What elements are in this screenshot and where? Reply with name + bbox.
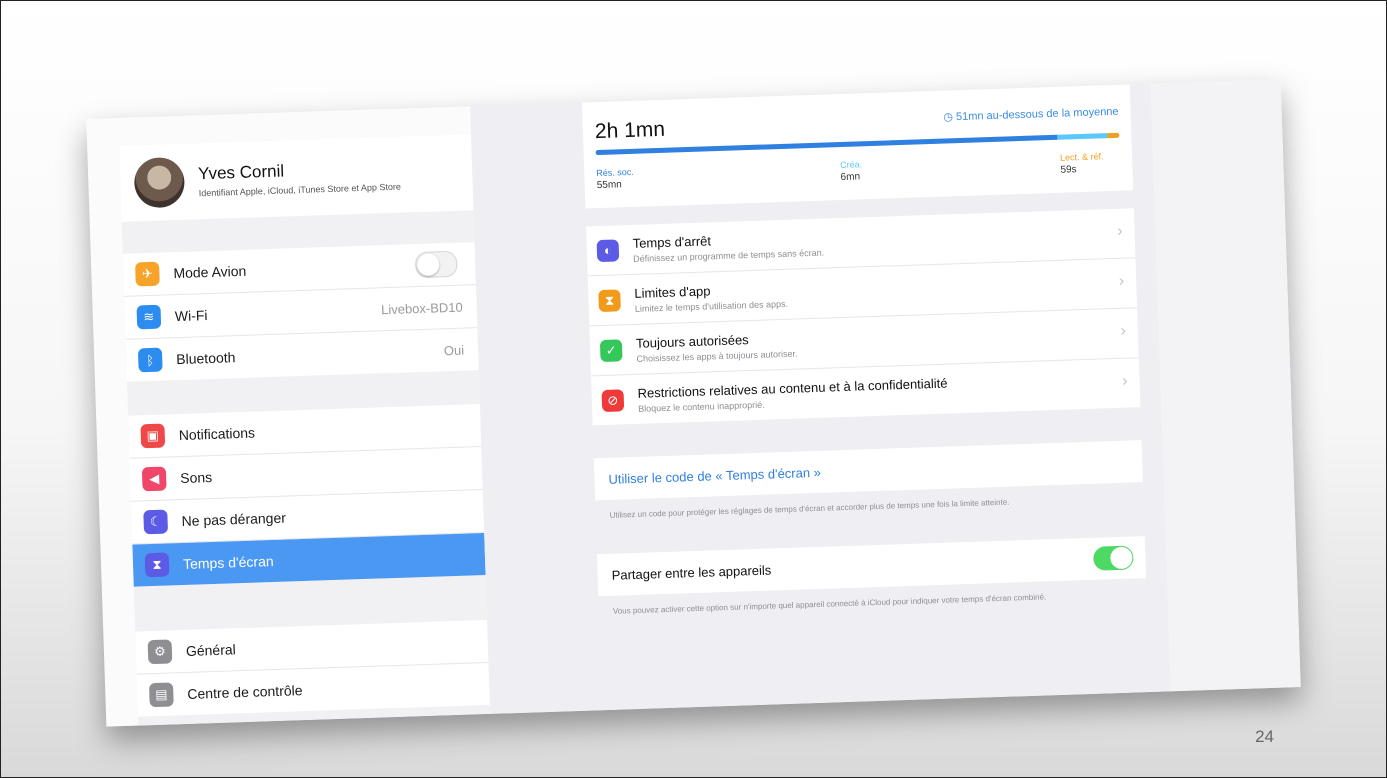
total-usage: 2h 1mn [594, 117, 666, 144]
usage-summary[interactable]: 2h 1mn ◷ 51mn au-dessous de la moyenne R… [581, 84, 1134, 209]
category-time: 55mn [596, 179, 622, 192]
average-text: 51mn au-dessous de la moyenne [955, 105, 1119, 124]
moon-icon: ☾ [143, 509, 169, 535]
category-time: 59s [1060, 164, 1077, 176]
option-subtitle: Limitez le temps d'utilisation des apps. [634, 298, 789, 314]
sidebar-group-connectivity: ✈ Mode Avion ≋ Wi-Fi Livebox-BD10 ᛒ Blue… [122, 242, 479, 382]
option-subtitle: Définissez un programme de temps sans éc… [633, 247, 825, 264]
usage-bar-reading [1107, 132, 1120, 139]
settings-screenshot: Yves Cornil Identifiant Apple, iCloud, i… [86, 79, 1301, 727]
category-social: Rés. soc. 55mn [596, 167, 634, 191]
use-passcode-button[interactable]: Utiliser le code de « Temps d'écran » [593, 440, 1143, 501]
slide-number: 24 [1255, 727, 1274, 746]
profile-subtitle: Identifiant Apple, iCloud, iTunes Store … [198, 181, 402, 199]
checkmark-icon: ✓ [599, 338, 623, 362]
category-creativity: Créa. 6mn [840, 159, 863, 183]
gear-icon: ⚙ [147, 639, 173, 665]
bluetooth-icon: ᛒ [137, 347, 163, 373]
average-note: ◷ 51mn au-dessous de la moyenne [943, 105, 1119, 124]
chevron-right-icon: › [1121, 372, 1128, 390]
sidebar-group-general: ⚙ Général ▤ Centre de contrôle [135, 619, 490, 717]
sidebar-item-label: Mode Avion [173, 262, 247, 282]
downtime-icon: ◐ [596, 238, 620, 262]
notifications-icon: ▣ [140, 423, 166, 449]
slide: Yves Cornil Identifiant Apple, iCloud, i… [0, 0, 1387, 778]
sidebar: Yves Cornil Identifiant Apple, iCloud, i… [119, 134, 491, 726]
wifi-icon: ≋ [136, 304, 162, 330]
option-subtitle: Choisissez les apps à toujours autoriser… [636, 348, 798, 364]
chevron-right-icon: › [1118, 272, 1125, 290]
usage-bar [595, 132, 1120, 156]
option-title: Limites d'app [634, 282, 711, 301]
category-reading: Lect. & réf. 59s [1060, 151, 1104, 175]
profile-row[interactable]: Yves Cornil Identifiant Apple, iCloud, i… [119, 134, 474, 222]
sidebar-item-label: Ne pas déranger [181, 509, 287, 530]
sidebar-item-label: Bluetooth [175, 349, 236, 368]
wifi-value: Livebox-BD10 [380, 299, 463, 317]
sidebar-item-label: Temps d'écran [182, 553, 274, 573]
sidebar-item-label: Wi-Fi [174, 307, 208, 325]
use-passcode-label: Utiliser le code de « Temps d'écran » [608, 464, 822, 487]
screen-time-options: ◐ Temps d'arrêt Définissez un programme … [586, 208, 1141, 426]
control-center-icon: ▤ [148, 682, 174, 708]
hourglass-icon: ⧗ [144, 552, 170, 578]
sidebar-item-label: Centre de contrôle [187, 682, 303, 702]
chevron-right-icon: › [1116, 222, 1123, 240]
profile-name: Yves Cornil [197, 161, 285, 184]
usage-bar-creativity [1057, 133, 1108, 140]
right-gutter [1150, 79, 1301, 692]
category-name: Rés. soc. [596, 166, 634, 179]
chevron-right-icon: › [1120, 322, 1127, 340]
share-across-devices-row: Partager entre les appareils [596, 536, 1147, 597]
option-title: Toujours autorisées [635, 331, 749, 351]
bluetooth-value: Oui [443, 342, 465, 358]
sidebar-item-label: Sons [179, 469, 213, 487]
category-name: Lect. & réf. [1059, 151, 1104, 163]
sidebar-item-label: Général [185, 641, 236, 659]
avatar [133, 156, 186, 209]
sidebar-item-label: Notifications [178, 424, 256, 444]
restriction-icon: ⊘ [601, 388, 625, 412]
category-time: 6mn [840, 171, 861, 183]
sidebar-group-notifications: ▣ Notifications ◀ Sons ☾ Ne pas déranger… [128, 404, 486, 587]
category-name: Créa. [840, 159, 863, 171]
share-label: Partager entre les appareils [611, 562, 772, 583]
speaker-icon: ◀ [141, 466, 167, 492]
share-toggle[interactable] [1092, 545, 1134, 571]
clock-icon: ◷ [943, 111, 957, 124]
airplane-mode-toggle[interactable] [414, 250, 458, 279]
airplane-icon: ✈ [135, 261, 160, 287]
hourglass-icon: ⧗ [598, 288, 621, 312]
screen-time-panel: 2h 1mn ◷ 51mn au-dessous de la moyenne R… [470, 83, 1171, 714]
